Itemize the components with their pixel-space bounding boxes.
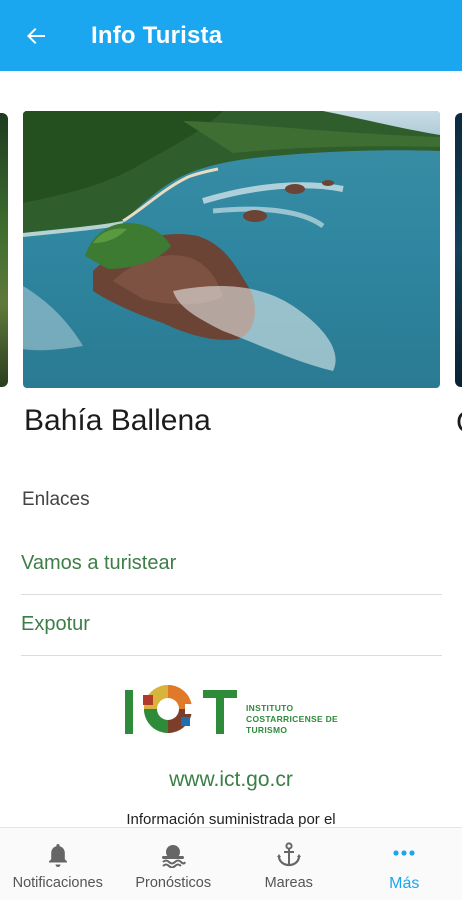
weather-icon bbox=[159, 841, 187, 869]
bottom-navigation: Notificaciones Pronósticos Mareas Más bbox=[0, 827, 462, 900]
info-source-text: Información suministrada por el bbox=[126, 811, 336, 828]
page-title: Info Turista bbox=[91, 21, 223, 49]
nav-label: Notificaciones bbox=[12, 875, 103, 891]
ict-logo-text: INSTITUTO COSTARRICENSE DE TURISMO bbox=[246, 703, 339, 735]
link-vamos-a-turistear[interactable]: Vamos a turistear bbox=[21, 533, 442, 595]
nav-pronosticos[interactable]: Pronósticos bbox=[116, 828, 232, 900]
destination-title: Bahía Ballena bbox=[24, 404, 211, 437]
nav-label: Pronósticos bbox=[135, 875, 212, 891]
destination-carousel[interactable]: Bahía Ballena C bbox=[0, 111, 462, 441]
link-label[interactable]: Vamos a turistear bbox=[21, 552, 176, 575]
links-section-heading: Enlaces bbox=[22, 489, 90, 510]
anchor-icon bbox=[276, 841, 302, 869]
nav-mareas[interactable]: Mareas bbox=[231, 828, 347, 900]
link-label[interactable]: Expotur bbox=[21, 613, 90, 636]
nav-label: Mareas bbox=[264, 875, 313, 891]
nav-mas[interactable]: Más bbox=[347, 828, 462, 900]
nav-notificaciones[interactable]: Notificaciones bbox=[0, 828, 116, 900]
arrow-left-icon[interactable] bbox=[23, 23, 49, 49]
app-bar: Info Turista bbox=[0, 0, 462, 71]
website-link[interactable]: www.ict.go.cr bbox=[0, 768, 462, 792]
link-expotur[interactable]: Expotur bbox=[21, 594, 442, 656]
next-card-title-peek: C bbox=[456, 406, 462, 440]
bell-icon bbox=[46, 841, 70, 869]
next-card-peek[interactable] bbox=[455, 113, 462, 387]
destination-image[interactable] bbox=[23, 111, 440, 388]
nav-label: Más bbox=[389, 875, 420, 892]
more-dots-icon bbox=[391, 841, 417, 869]
previous-card-peek[interactable] bbox=[0, 113, 8, 387]
